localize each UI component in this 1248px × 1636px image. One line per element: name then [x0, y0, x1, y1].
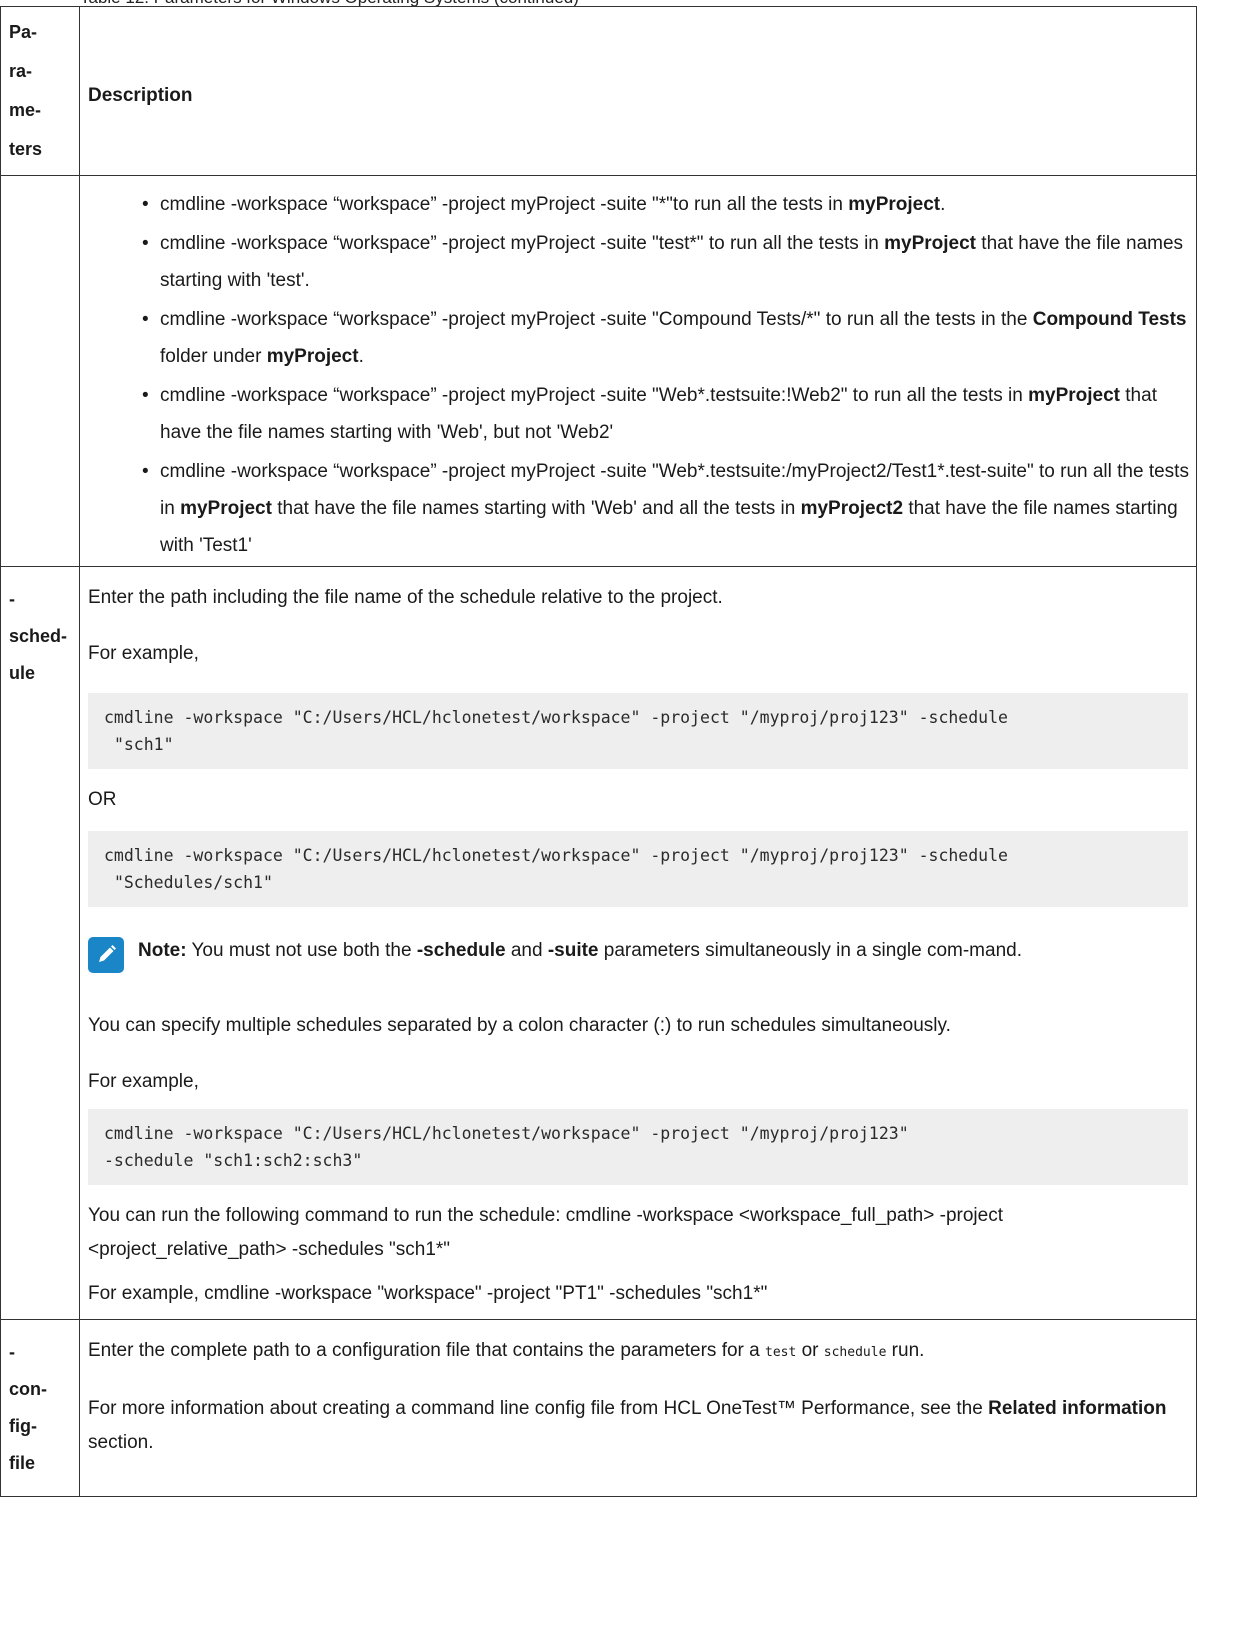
example-label: For example,	[88, 643, 199, 664]
code-block: cmdline -workspace "C:/Users/HCL/hclonet…	[88, 831, 1188, 907]
header-parameters-cell: Pa- ra- me- ters	[0, 6, 80, 176]
example-label: For example,	[88, 1071, 199, 1092]
list-item: cmdline -workspace “workspace” -project …	[140, 225, 1196, 299]
note-text: Note: You must not use both the -schedul…	[138, 940, 1022, 961]
code-block: cmdline -workspace "C:/Users/HCL/hclonet…	[88, 693, 1188, 769]
configfile-intro: Enter the complete path to a configurati…	[88, 1340, 925, 1361]
header-param-line: Pa-	[9, 22, 38, 42]
header-param-line: ra-	[9, 61, 33, 81]
header-param-line: ters	[9, 139, 43, 159]
param-name-line: ule	[9, 663, 36, 683]
schedule-run-example: For example, cmdline -workspace "workspa…	[88, 1283, 768, 1304]
header-param-line: me-	[9, 100, 42, 120]
schedule-multiple-text: You can specify multiple schedules separ…	[88, 1015, 951, 1036]
param-name-line: -	[9, 589, 15, 609]
parameters-table: Pa- ra- me- ters Description cmdline -wo…	[0, 6, 1197, 1497]
param-name-line: file	[9, 1453, 36, 1473]
schedule-intro: Enter the path including the file name o…	[88, 587, 723, 608]
list-item: cmdline -workspace “workspace” -project …	[140, 301, 1196, 375]
header-description: Description	[88, 85, 193, 106]
table-header-row: Pa- ra- me- ters Description	[0, 6, 1197, 176]
suite-examples-list: cmdline -workspace “workspace” -project …	[80, 186, 1196, 564]
table-row-configfile: - con- fig- file Enter the complete path…	[0, 1319, 1197, 1497]
configfile-more-info: For more information about creating a co…	[88, 1398, 1167, 1453]
param-name-line: con-	[9, 1379, 47, 1399]
schedule-description-cell: Enter the path including the file name o…	[79, 566, 1197, 1320]
note-block: Note: You must not use both the -schedul…	[88, 933, 1188, 973]
param-name-line: -	[9, 1342, 15, 1362]
param-name-line: sched-	[9, 626, 68, 646]
suite-examples-cell: cmdline -workspace “workspace” -project …	[79, 175, 1197, 567]
table-row-schedule: - sched- ule Enter the path including th…	[0, 566, 1197, 1320]
param-name-line: fig-	[9, 1416, 37, 1436]
or-label: OR	[88, 789, 117, 810]
code-block: cmdline -workspace "C:/Users/HCL/hclonet…	[88, 1109, 1188, 1185]
param-cell-schedule: - sched- ule	[0, 566, 80, 1320]
param-cell-configfile: - con- fig- file	[0, 1319, 80, 1497]
list-item: cmdline -workspace “workspace” -project …	[140, 453, 1196, 564]
table-row-suite-examples: cmdline -workspace “workspace” -project …	[0, 175, 1197, 567]
list-item: cmdline -workspace “workspace” -project …	[140, 186, 1196, 223]
pencil-icon	[88, 937, 124, 973]
empty-param-cell	[0, 175, 80, 567]
schedule-run-text: You can run the following command to run…	[88, 1205, 1003, 1260]
configfile-description-cell: Enter the complete path to a configurati…	[79, 1319, 1197, 1497]
list-item: cmdline -workspace “workspace” -project …	[140, 377, 1196, 451]
header-description-cell: Description	[79, 6, 1197, 176]
